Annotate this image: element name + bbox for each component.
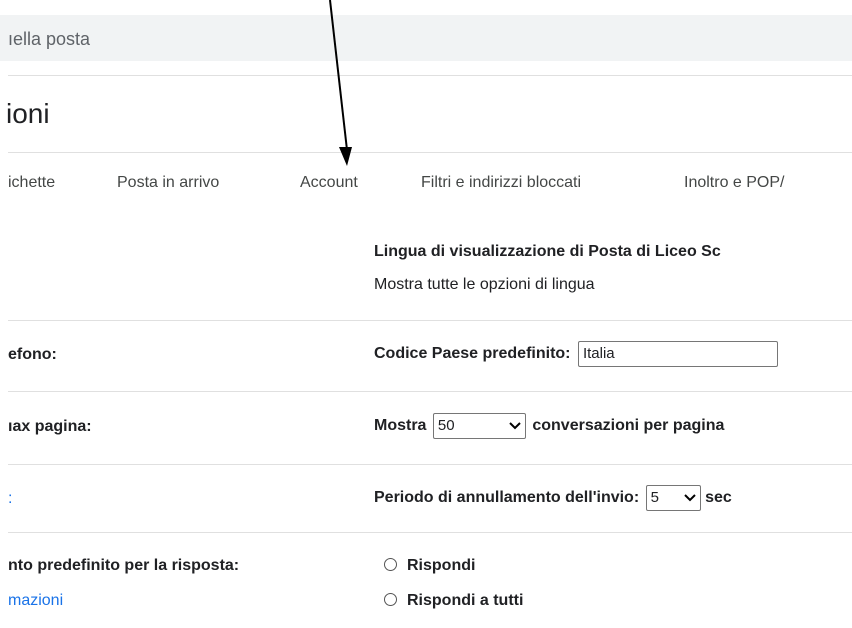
show-prefix: Mostra (374, 417, 427, 435)
divider (8, 320, 852, 321)
annotation-arrow (329, 0, 352, 166)
phone-label: efono: (8, 346, 57, 363)
show-all-languages-link[interactable]: Mostra tutte le opzioni di lingua (374, 276, 595, 294)
country-input[interactable]: Italia (577, 341, 778, 367)
radio-unchecked-icon[interactable] (384, 593, 397, 606)
divider (8, 464, 852, 465)
default-country-label: Codice Paese predefinito: (374, 345, 571, 363)
chevron-down-icon (509, 422, 521, 430)
tab-filters[interactable]: Filtri e indirizzi bloccati (421, 174, 581, 192)
phone-setting: Codice Paese predefinito: Italia (374, 341, 778, 367)
tab-labels[interactable]: ichette (8, 174, 55, 192)
divider (8, 391, 852, 392)
undo-send-period-label: Periodo di annullamento dell'invio: (374, 489, 640, 507)
undo-send-setting: Periodo di annullamento dell'invio: 5 se… (374, 485, 732, 511)
radio-unchecked-icon[interactable] (384, 558, 397, 571)
reply-option-label: Rispondi (407, 557, 476, 574)
conversations-suffix: conversazioni per pagina (532, 417, 725, 435)
page-size-value: 50 (437, 417, 455, 434)
reply-option[interactable]: Rispondi (384, 557, 475, 575)
divider (8, 75, 852, 76)
learn-more-link[interactable]: mazioni (8, 592, 63, 610)
seconds-suffix: sec (705, 489, 732, 507)
reply-all-option-label: Rispondi a tutti (407, 592, 524, 609)
undo-send-select[interactable]: 5 (645, 485, 701, 511)
page-size-setting: Mostra 50 conversazioni per pagina (374, 413, 724, 439)
tab-inbox[interactable]: Posta in arrivo (117, 174, 219, 192)
search-placeholder: ıella posta (8, 29, 91, 49)
tab-forwarding-pop[interactable]: Inoltro e POP/ (684, 174, 785, 192)
language-heading: Lingua di visualizzazione di Posta di Li… (374, 243, 721, 260)
page-title: ioni (6, 98, 50, 129)
undo-send-label[interactable]: : (8, 490, 12, 508)
page-size-select[interactable]: 50 (432, 413, 526, 439)
tab-accounts[interactable]: Account (300, 174, 358, 192)
chevron-down-icon (683, 494, 696, 502)
divider (8, 152, 852, 153)
divider (8, 532, 852, 533)
search-bar[interactable]: ıella posta (0, 15, 852, 61)
reply-default-label: nto predefinito per la risposta: (8, 557, 240, 574)
undo-send-value: 5 (650, 489, 659, 506)
page-size-label: ıax pagina: (8, 418, 92, 435)
reply-all-option[interactable]: Rispondi a tutti (384, 592, 523, 610)
